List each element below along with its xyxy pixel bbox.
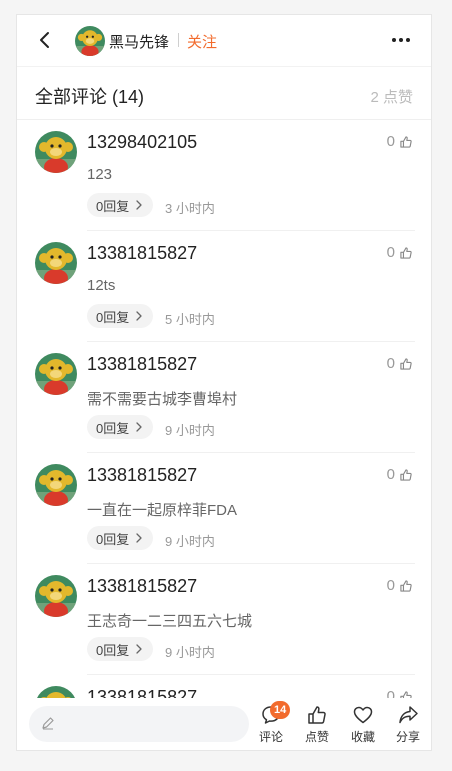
comment-time: 9 小时内 bbox=[165, 645, 215, 660]
thumbs-up-icon bbox=[400, 357, 412, 370]
reply-button[interactable]: 0回复 bbox=[87, 304, 154, 328]
comment-time: 3 小时内 bbox=[165, 201, 215, 216]
monkey-avatar-icon bbox=[35, 242, 77, 284]
reply-count: 0回复 bbox=[96, 198, 130, 214]
monkey-avatar-icon bbox=[35, 353, 77, 395]
monkey-avatar-icon bbox=[35, 575, 77, 617]
monkey-avatar-icon bbox=[35, 686, 77, 698]
comment-action[interactable]: 14 评论 bbox=[254, 701, 291, 745]
chevron-right-icon bbox=[136, 422, 142, 432]
comment-text: 123 bbox=[87, 166, 113, 183]
comment-time: 9 小时内 bbox=[165, 423, 215, 438]
reply-button[interactable]: 0回复 bbox=[87, 637, 154, 661]
reply-button[interactable]: 0回复 bbox=[87, 193, 154, 217]
follow-button[interactable]: 关注 bbox=[187, 31, 217, 52]
comment-like-count: 0 bbox=[386, 244, 395, 261]
commenter-name[interactable]: 13381815827 bbox=[87, 465, 197, 486]
divider bbox=[178, 33, 179, 47]
monkey-avatar-icon bbox=[35, 131, 77, 173]
comment-like-button[interactable]: 0 bbox=[387, 244, 413, 261]
comment-like-count: 0 bbox=[386, 133, 395, 150]
comment-time: 5 小时内 bbox=[165, 312, 215, 327]
heart-icon bbox=[353, 706, 373, 724]
comment-like-button[interactable]: 0 bbox=[387, 133, 413, 150]
commenter-name[interactable]: 13381815827 bbox=[87, 243, 197, 264]
thumbs-up-icon bbox=[400, 690, 412, 698]
comment-list: 13298402105 0 123 0回复 3 小时内 13381815827 … bbox=[17, 120, 431, 698]
comment-like-count: 0 bbox=[386, 466, 395, 483]
comment-item: 13381815827 0 bbox=[17, 675, 431, 698]
commenter-avatar[interactable] bbox=[35, 686, 77, 698]
reply-button[interactable]: 0回复 bbox=[87, 415, 154, 439]
commenter-avatar[interactable] bbox=[35, 575, 77, 617]
author-name[interactable]: 黑马先锋 bbox=[109, 31, 169, 52]
thumbs-up-icon bbox=[400, 468, 412, 481]
comment-count-badge: 14 bbox=[270, 701, 291, 719]
comments-title: 全部评论 (14) bbox=[35, 87, 145, 107]
like-action-label: 点赞 bbox=[304, 730, 329, 744]
more-options-icon[interactable] bbox=[391, 37, 411, 43]
comment-time: 9 小时内 bbox=[165, 534, 215, 549]
comment-like-button[interactable]: 0 bbox=[387, 577, 413, 594]
comment-text: 需不需要古城李曹埠村 bbox=[87, 391, 238, 408]
comment-like-count: 0 bbox=[386, 688, 395, 698]
share-action[interactable]: 分享 bbox=[391, 704, 425, 745]
pencil-icon bbox=[42, 717, 54, 730]
likes-count: 2 点赞 bbox=[370, 89, 413, 106]
like-action[interactable]: 点赞 bbox=[300, 704, 334, 745]
commenter-name[interactable]: 13298402105 bbox=[87, 132, 197, 153]
monkey-avatar-icon bbox=[35, 464, 77, 506]
reply-count: 0回复 bbox=[96, 642, 130, 658]
comment-action-label: 评论 bbox=[258, 730, 283, 744]
comment-text: 王志奇一二三四五六七城 bbox=[87, 613, 253, 630]
thumbs-up-icon bbox=[400, 135, 412, 148]
comment-item: 13381815827 0 一直在一起原梓菲FDA 0回复 9 小时内 bbox=[17, 453, 431, 564]
commenter-name[interactable]: 13381815827 bbox=[87, 576, 197, 597]
chevron-right-icon bbox=[136, 200, 142, 210]
reply-count: 0回复 bbox=[96, 420, 130, 436]
comment-item: 13381815827 0 需不需要古城李曹埠村 0回复 9 小时内 bbox=[17, 342, 431, 453]
comment-item: 13381815827 0 12ts 0回复 5 小时内 bbox=[17, 231, 431, 342]
share-action-label: 分享 bbox=[395, 730, 420, 744]
top-bar: 黑马先锋 关注 bbox=[17, 15, 431, 66]
thumbs-up-icon bbox=[308, 706, 326, 724]
commenter-name[interactable]: 13381815827 bbox=[87, 687, 197, 698]
back-arrow-icon[interactable] bbox=[35, 29, 55, 51]
commenter-avatar[interactable] bbox=[35, 131, 77, 173]
comment-like-count: 0 bbox=[386, 355, 395, 372]
comment-text: 12ts bbox=[87, 277, 116, 294]
favorite-action[interactable]: 收藏 bbox=[346, 704, 380, 745]
commenter-avatar[interactable] bbox=[35, 464, 77, 506]
reply-count: 0回复 bbox=[96, 309, 130, 325]
comment-like-button[interactable]: 0 bbox=[387, 355, 413, 372]
favorite-action-label: 收藏 bbox=[350, 730, 375, 744]
thumbs-up-icon bbox=[400, 246, 412, 259]
thumbs-up-icon bbox=[400, 579, 412, 592]
chevron-right-icon bbox=[136, 644, 142, 654]
comment-input[interactable] bbox=[29, 706, 249, 742]
author-avatar[interactable] bbox=[75, 26, 105, 56]
commenter-avatar[interactable] bbox=[35, 242, 77, 284]
share-icon bbox=[399, 706, 418, 724]
comments-panel: 黑马先锋 关注 全部评论 (14) 2 点赞 13298402105 0 123 bbox=[16, 14, 432, 751]
comment-like-button[interactable]: 0 bbox=[387, 466, 413, 483]
comments-header: 全部评论 (14) 2 点赞 bbox=[17, 66, 431, 120]
comment-item: 13298402105 0 123 0回复 3 小时内 bbox=[17, 120, 431, 231]
comment-item: 13381815827 0 王志奇一二三四五六七城 0回复 9 小时内 bbox=[17, 564, 431, 675]
reply-button[interactable]: 0回复 bbox=[87, 526, 154, 550]
chevron-right-icon bbox=[136, 533, 142, 543]
monkey-avatar-icon bbox=[75, 26, 105, 56]
bottom-bar: 14 评论 点赞 收藏 分享 bbox=[17, 698, 431, 750]
comment-text: 一直在一起原梓菲FDA bbox=[87, 502, 238, 519]
chevron-right-icon bbox=[136, 311, 142, 321]
comment-like-count: 0 bbox=[386, 577, 395, 594]
comment-like-button[interactable]: 0 bbox=[387, 688, 413, 698]
commenter-name[interactable]: 13381815827 bbox=[87, 354, 197, 375]
reply-count: 0回复 bbox=[96, 531, 130, 547]
commenter-avatar[interactable] bbox=[35, 353, 77, 395]
